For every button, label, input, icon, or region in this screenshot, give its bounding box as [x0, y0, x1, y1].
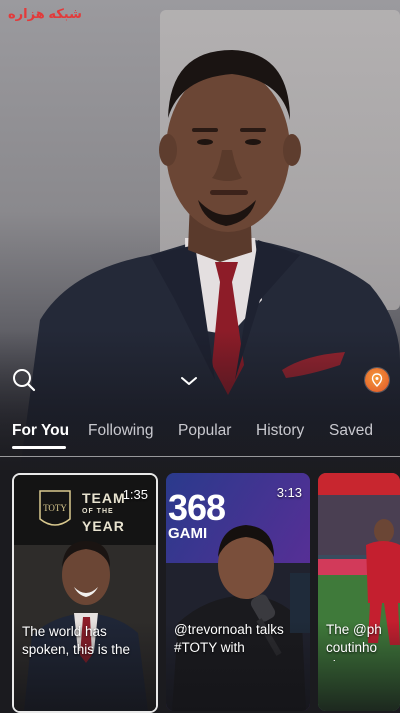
video-caption: @trevornoah talks #TOTY with: [174, 622, 284, 655]
chevron-down-icon: [181, 377, 197, 385]
tab-popular[interactable]: Popular: [178, 422, 231, 440]
video-card[interactable]: 368 GAMI 3:13 @trevornoah talks #TOTY wi…: [166, 473, 310, 711]
feed-tabs: For You Following Popular History Saved: [0, 418, 400, 458]
video-duration: 1:35: [122, 487, 148, 502]
video-caption: The world has spoken, this is the: [22, 624, 131, 657]
tab-for-you[interactable]: For You: [12, 422, 69, 440]
video-duration: 3:13: [276, 485, 302, 500]
video-caption: The @ph coutinho shows: [326, 622, 382, 661]
tab-divider: [0, 456, 400, 457]
video-card[interactable]: TOTY TEAM OF THE YEAR 1:35 The world has…: [12, 473, 158, 713]
tab-saved[interactable]: Saved: [329, 422, 373, 440]
search-icon: [13, 369, 36, 392]
toty-title-line2: YEAR: [82, 518, 125, 534]
search-button[interactable]: [10, 366, 38, 394]
toty-badge-text: TOTY: [43, 503, 67, 513]
feed-dropdown-button[interactable]: [178, 372, 200, 390]
active-tab-indicator: [12, 446, 66, 449]
tab-history[interactable]: History: [256, 422, 304, 440]
location-pin-icon: [371, 373, 383, 387]
toty-title-line1: TEAM: [82, 490, 126, 506]
tab-following[interactable]: Following: [88, 422, 153, 440]
thumbnail-number: 368: [168, 487, 226, 528]
toty-title-small: OF THE: [82, 508, 114, 515]
watermark-logo: شبکه هزاره: [8, 6, 82, 21]
profile-avatar-button[interactable]: [365, 368, 389, 392]
toty-title: TEAM OF THE YEAR: [82, 491, 126, 533]
video-card[interactable]: The @ph coutinho shows: [318, 473, 400, 711]
thumbnail-subtext: GAMI: [168, 525, 208, 542]
featured-video-hero[interactable]: [0, 0, 400, 470]
